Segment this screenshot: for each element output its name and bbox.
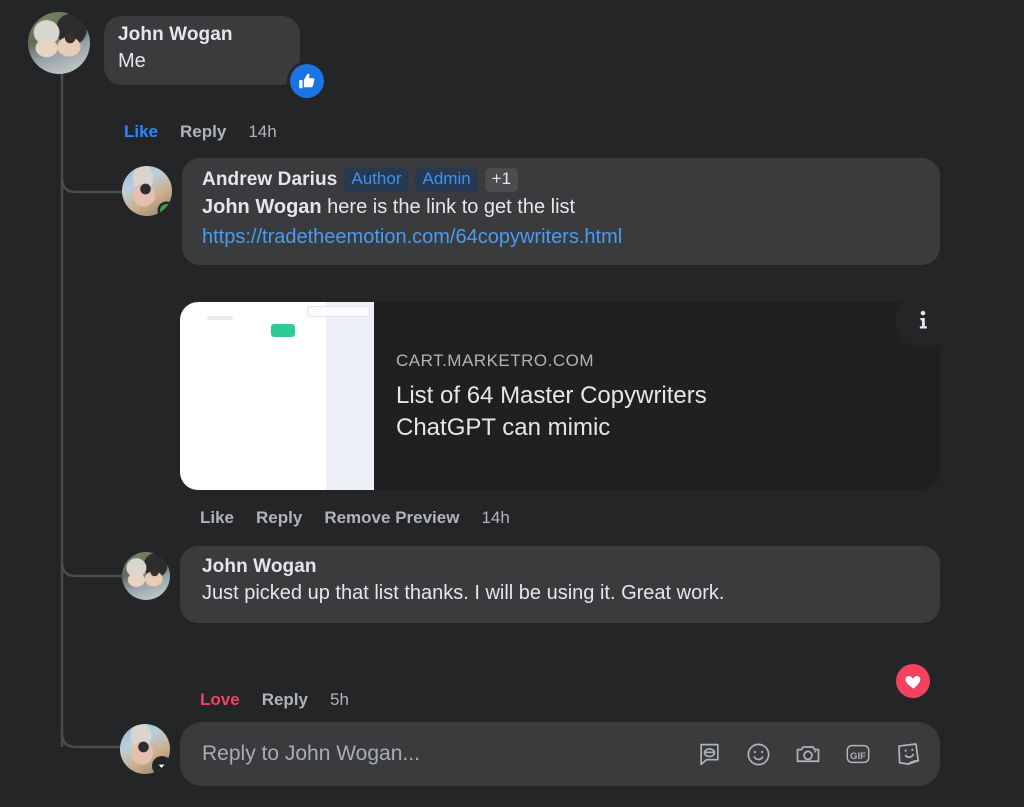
avatar-sticker-icon[interactable] [696,741,723,768]
link-preview-title-line-1: List of 64 Master Copywriters [396,382,707,410]
comment-actions-3: Love Reply 5h [200,690,349,710]
timestamp-2[interactable]: 14h [481,508,509,528]
avatar-andrew-darius-1[interactable] [122,166,172,216]
timestamp-3[interactable]: 5h [330,690,349,710]
thumbnail-text-line [207,316,233,320]
reply-button-3[interactable]: Reply [262,690,308,710]
comment-bubble-3[interactable]: John Wogan Just picked up that list than… [180,546,940,624]
online-status-dot [160,204,172,216]
mention-john-wogan[interactable]: John Wogan [202,196,322,218]
chevron-down-icon [158,764,166,769]
gif-icon[interactable]: GIF [844,740,872,768]
comment-bubble-1[interactable]: John Wogan Me [104,16,300,86]
link-preview-thumbnail [180,302,374,490]
badge-author[interactable]: Author [344,168,409,192]
thumbs-up-reaction-1[interactable] [290,64,324,98]
thumbnail-green-badge [271,324,295,337]
comment-text-2: John Wogan here is the link to get the l… [202,193,922,221]
reply-input[interactable]: Reply to John Wogan... [202,742,696,766]
comment-link-2[interactable]: https://tradetheemotion.com/64copywriter… [202,226,622,248]
remove-preview-button[interactable]: Remove Preview [324,508,459,528]
like-button-2[interactable]: Like [200,508,234,528]
comment-author-row-3: John Wogan [202,556,918,578]
comment-actions-2: Like Reply Remove Preview 14h [200,508,510,528]
heart-icon [905,675,920,689]
timestamp-1[interactable]: 14h [248,122,276,142]
composer-icon-group: GIF [696,740,922,768]
reply-button-2[interactable]: Reply [256,508,302,528]
sticker-icon[interactable] [894,740,922,768]
avatar-john-wogan-2[interactable] [122,552,170,600]
comment-author-row-2: Andrew Darius Author Admin +1 [202,168,922,192]
emoji-icon[interactable] [745,741,772,768]
like-button-1[interactable]: Like [124,122,158,142]
link-preview-title: List of 64 Master Copywriters ChatGPT ca… [396,380,920,442]
thumbnail-top-bar [307,306,370,317]
heart-reaction-3[interactable] [896,664,930,698]
info-icon [919,310,927,329]
composer-avatar[interactable] [120,724,170,774]
avatar-image [122,552,170,600]
link-preview-meta: CART.MARKETRO.COM List of 64 Master Copy… [374,302,940,490]
comment-text-3: Just picked up that list thanks. I will … [202,582,725,604]
comment-text-2-body: here is the link to get the list [321,195,576,218]
avatar-switch-chevron[interactable] [152,756,170,774]
comment-thread-page: John Wogan Me Like Reply 14h Andrew Dari… [0,0,1024,807]
reply-composer[interactable]: Reply to John Wogan... GIF [180,722,940,786]
link-preview-info-button[interactable] [895,292,951,348]
thumbs-up-icon [298,73,314,88]
comment-bubble-2[interactable]: Andrew Darius Author Admin +1 John Wogan… [182,158,940,266]
love-button-3[interactable]: Love [200,690,240,710]
comment-author-row-1: John Wogan [118,24,286,46]
comment-author-name-3[interactable]: John Wogan [202,556,317,578]
camera-icon[interactable] [794,740,822,768]
comment-actions-1: Like Reply 14h [124,122,277,142]
thumbnail-side-pane [326,302,374,490]
svg-text:GIF: GIF [850,751,866,762]
link-preview-title-line-2: ChatGPT can mimic [396,413,611,441]
comment-author-name-1[interactable]: John Wogan [118,24,233,46]
avatar-image [28,12,90,74]
comment-text-1: Me [118,50,146,72]
comment-author-name-2[interactable]: Andrew Darius [202,169,337,191]
link-preview-domain: CART.MARKETRO.COM [396,351,595,371]
badge-admin[interactable]: Admin [415,168,478,192]
badge-more-count[interactable]: +1 [484,168,519,192]
reply-button-1[interactable]: Reply [180,122,226,142]
comment-link-2-wrap: https://tradetheemotion.com/64copywriter… [202,223,922,251]
link-preview-card[interactable]: CART.MARKETRO.COM List of 64 Master Copy… [180,302,940,490]
avatar-john-wogan-1[interactable] [28,12,90,74]
